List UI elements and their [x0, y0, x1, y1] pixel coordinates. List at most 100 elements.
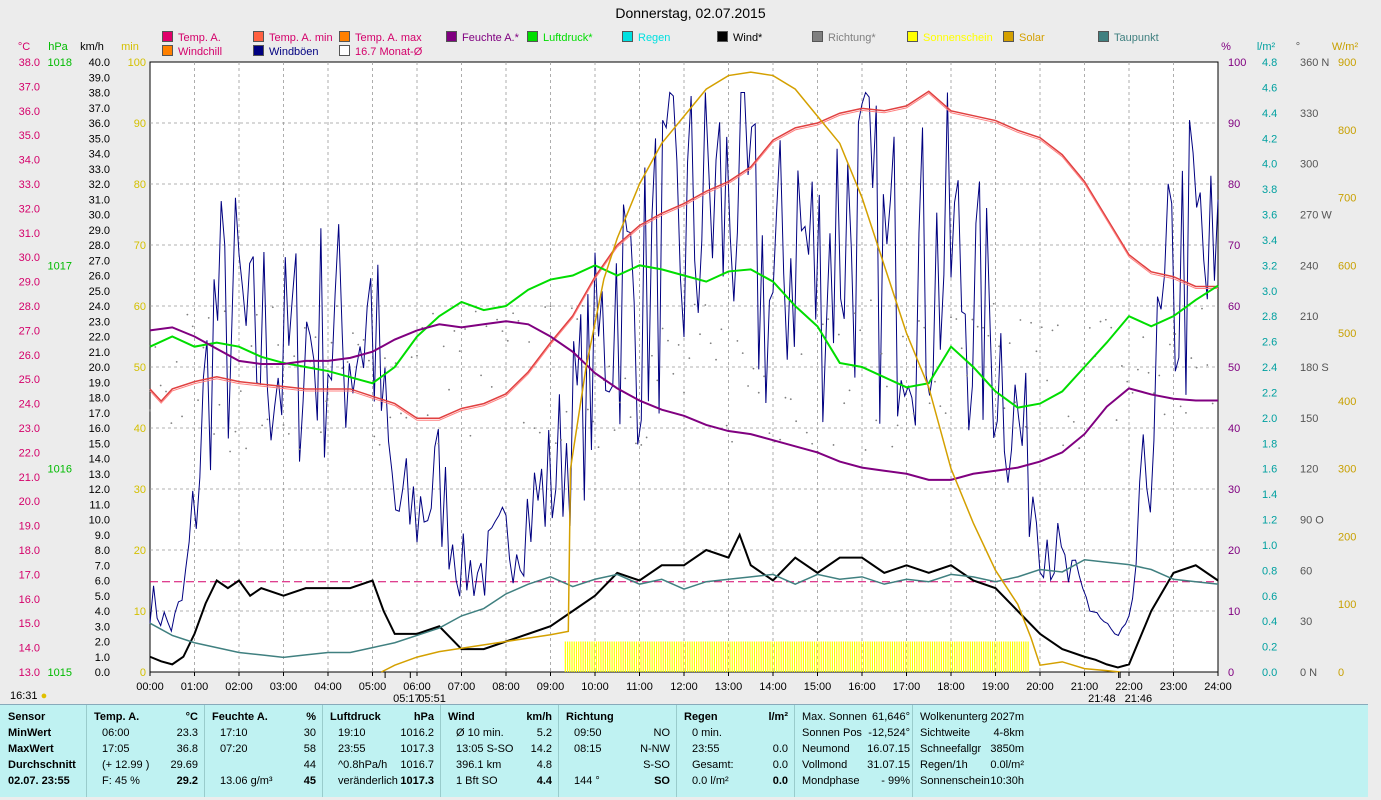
wind-tick-label: 34.0	[89, 149, 110, 161]
wind-tick-label: 20.0	[89, 362, 110, 374]
direction-tick-label: 60	[1300, 565, 1312, 577]
direction-dot	[864, 449, 867, 451]
direction-dot	[464, 328, 466, 330]
direction-dot	[800, 353, 803, 356]
rain-tick-label: 2.8	[1262, 311, 1277, 323]
direction-dot	[987, 334, 990, 337]
luftdruck-value: 1017.3	[400, 743, 434, 755]
x-tick-label: 10:00	[581, 681, 609, 693]
direction-dot	[362, 338, 365, 341]
direction-dot	[1131, 391, 1134, 394]
direction-dot	[1158, 374, 1161, 377]
direction-dot	[159, 384, 162, 387]
legend-item: 16.7 Monat-Ø	[339, 45, 422, 58]
wind-tick-label: 14.0	[89, 454, 110, 466]
x-tick-label: 02:00	[225, 681, 253, 693]
direction-dot	[902, 335, 904, 338]
direction-dot	[821, 323, 824, 326]
direction-dot	[891, 445, 894, 448]
solar-tick-label: 400	[1338, 396, 1356, 408]
sensor-row: MinWert	[8, 727, 52, 739]
legend-swatch	[253, 31, 264, 42]
direction-dot	[837, 333, 840, 336]
humidity-tick-label: 50	[1228, 362, 1240, 374]
legend-label: Windchill	[178, 46, 223, 58]
solar-tick-label: 300	[1338, 464, 1356, 476]
legend-swatch	[446, 31, 457, 42]
temp-tick-label: 27.0	[19, 325, 40, 337]
temp-tick-label: 32.0	[19, 203, 40, 215]
direction-dot	[517, 319, 520, 322]
pressure-tick-label: 1015	[48, 667, 72, 679]
direction-dot	[939, 405, 942, 408]
direction-dot	[442, 345, 445, 348]
direction-dot	[768, 432, 771, 435]
direction-dot	[950, 316, 952, 319]
direction-dot	[629, 416, 632, 419]
direction-dot	[757, 391, 760, 394]
direction-dot	[832, 444, 835, 446]
x-tick-label: 05:00	[359, 681, 387, 693]
sunshine-tick-label: 60	[134, 301, 146, 313]
rain-tick-label: 4.4	[1262, 108, 1277, 120]
direction-dot	[261, 424, 264, 427]
marker-label: 21:46	[1125, 693, 1153, 704]
x-tick-label: 16:00	[848, 681, 876, 693]
solar-tick-label: 500	[1338, 328, 1356, 340]
luftdruck-value: 1017.3	[400, 775, 434, 787]
temp-tick-label: 36.0	[19, 106, 40, 118]
x-tick-label: 15:00	[804, 681, 832, 693]
legend-label: Wind*	[733, 32, 763, 44]
direction-dot	[928, 402, 931, 405]
humidity-tick-label: 70	[1228, 240, 1240, 252]
legend-swatch	[1098, 31, 1109, 42]
direction-dot	[496, 318, 498, 321]
wind-tick-label: 0.0	[95, 667, 110, 679]
direction-tick-label: 120	[1300, 464, 1318, 476]
direction-dot	[971, 318, 974, 321]
legend-label: Regen	[638, 32, 671, 44]
direction-dot	[346, 361, 349, 363]
sunshine-tick-label: 0	[140, 667, 146, 679]
wind-tick-label: 19.0	[89, 377, 110, 389]
temp-tick-label: 25.0	[19, 374, 40, 386]
humidity-tick-label: 40	[1228, 423, 1240, 435]
pressure-tick-label: 1017	[48, 260, 72, 272]
rain-tick-label: 0.2	[1262, 642, 1277, 654]
temp-tick-label: 17.0	[19, 569, 40, 581]
direction-dot	[1110, 326, 1113, 329]
sonne-value: 61,646°	[871, 711, 910, 723]
direction-dot	[437, 442, 440, 445]
solar-tick-label: 700	[1338, 193, 1356, 205]
panel-divider	[440, 705, 441, 797]
direction-dot	[218, 403, 221, 406]
sonne-value: 31.07.15	[867, 759, 910, 771]
direction-dot	[955, 318, 958, 320]
legend-swatch	[339, 45, 350, 56]
direction-dot	[944, 412, 947, 414]
direction-dot	[1137, 368, 1139, 371]
direction-dot	[789, 398, 792, 401]
legend-label: Temp. A. min	[269, 32, 333, 44]
direction-dot	[549, 305, 552, 308]
legend-item: Solar	[1003, 31, 1045, 44]
temp-tick-label: 38.0	[19, 57, 40, 69]
direction-dot	[976, 325, 979, 328]
direction-dot	[982, 326, 984, 329]
direction-dot	[170, 422, 173, 425]
direction-dot	[715, 358, 717, 361]
direction-dot	[191, 325, 194, 328]
richtung-header: Richtung	[566, 711, 614, 723]
direction-dot	[934, 380, 936, 383]
wind-tick-label: 31.0	[89, 194, 110, 206]
temp-tick-label: 18.0	[19, 545, 40, 557]
direction-dot	[848, 389, 851, 392]
direction-dot	[384, 357, 386, 360]
direction-dot	[875, 419, 878, 422]
direction-dot	[827, 318, 830, 321]
direction-dot	[154, 346, 157, 348]
x-tick-label: 21:00	[1071, 681, 1099, 693]
legend-label: 16.7 Monat-Ø	[355, 46, 423, 58]
direction-dot	[704, 304, 707, 306]
wind-tick-label: 39.0	[89, 72, 110, 84]
